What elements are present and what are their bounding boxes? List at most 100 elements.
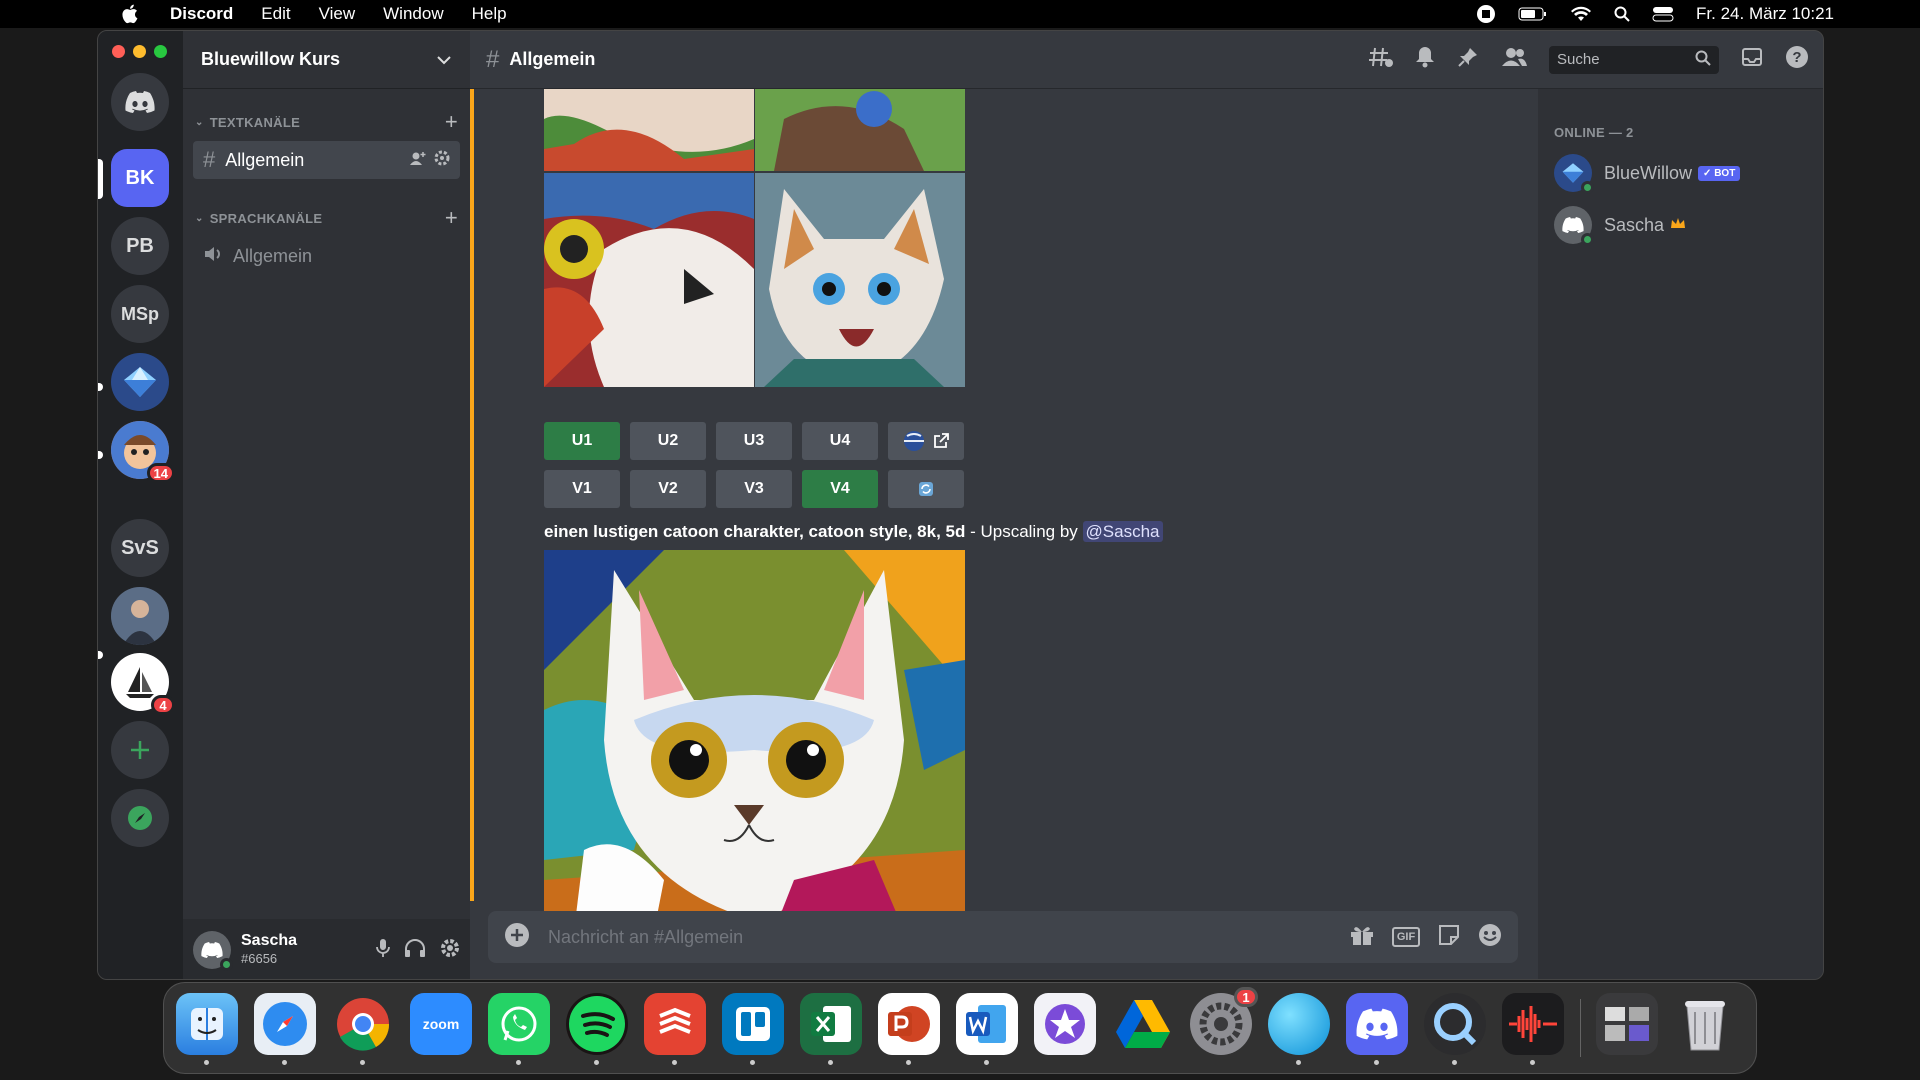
minimize-window-button[interactable] <box>133 45 146 58</box>
channel-title: Allgemein <box>509 49 596 69</box>
upscale-u1-button[interactable]: U1 <box>544 422 620 460</box>
dock-divider <box>1580 999 1581 1057</box>
user-settings-gear-icon[interactable] <box>440 938 460 963</box>
upscale-u4-button[interactable]: U4 <box>802 422 878 460</box>
dock-word-icon[interactable] <box>956 993 1018 1065</box>
user-mention[interactable]: @Sascha <box>1082 521 1163 542</box>
menu-window[interactable]: Window <box>383 4 443 24</box>
inbox-icon[interactable] <box>1741 47 1763 72</box>
variation-v1-button[interactable]: V1 <box>544 470 620 508</box>
user-tag: #6656 <box>241 951 278 966</box>
image-grid-preview[interactable] <box>544 89 965 387</box>
user-identity[interactable]: Sascha #6656 <box>241 932 297 968</box>
emoji-icon[interactable] <box>1478 923 1502 952</box>
dock-safari-icon[interactable] <box>254 993 316 1065</box>
member-bluewillow[interactable]: BlueWillow ✓ BOT <box>1554 154 1823 194</box>
battery-icon[interactable] <box>1518 7 1548 21</box>
channel-allgemein-voice[interactable]: Allgemein <box>193 237 460 275</box>
voice-category[interactable]: ⌄ SPRACHKANÄLE + <box>183 205 470 231</box>
member-list-icon[interactable] <box>1501 47 1527 72</box>
discord-logo-icon <box>201 942 223 958</box>
dock-quicktime-icon[interactable] <box>1424 993 1486 1065</box>
screen-record-icon[interactable] <box>1476 4 1496 24</box>
message-composer[interactable]: Nachricht an #Allgemein GIF <box>488 911 1518 963</box>
channel-allgemein-text[interactable]: # Allgemein <box>193 141 460 179</box>
dock-powerpoint-icon[interactable] <box>878 993 940 1065</box>
gif-button[interactable]: GIF <box>1392 927 1420 947</box>
plus-icon <box>131 741 149 759</box>
dock-trash-icon[interactable] <box>1674 993 1736 1055</box>
upscaled-image[interactable] <box>544 550 965 931</box>
dock-voice-memos-icon[interactable] <box>1502 993 1564 1065</box>
help-icon[interactable]: ? <box>1785 45 1809 74</box>
member-list: ONLINE — 2 BlueWillow ✓ BOT Sascha <box>1538 89 1823 979</box>
control-center-icon[interactable] <box>1652 6 1674 22</box>
server-bk[interactable]: BK <box>111 149 169 207</box>
close-window-button[interactable] <box>112 45 125 58</box>
dock-system-settings-icon[interactable]: 1 <box>1190 987 1258 1055</box>
text-category[interactable]: ⌄ TEXTKANÄLE + <box>183 109 470 135</box>
generated-image-grid <box>544 89 965 387</box>
user-avatar[interactable] <box>193 931 233 971</box>
guild-header[interactable]: Bluewillow Kurs <box>183 31 470 89</box>
reroll-button[interactable] <box>888 470 964 508</box>
sticker-icon[interactable] <box>1438 924 1460 951</box>
upscaling-by-text: - Upscaling by <box>965 522 1083 541</box>
attach-plus-icon[interactable] <box>504 922 530 953</box>
dock-spotify-icon[interactable] <box>566 993 628 1065</box>
menu-edit[interactable]: Edit <box>261 4 290 24</box>
menu-view[interactable]: View <box>319 4 356 24</box>
menubar-datetime[interactable]: Fr. 24. März 10:21 <box>1696 4 1834 24</box>
server-svs[interactable]: SvS <box>111 519 169 577</box>
add-server-button[interactable] <box>111 721 169 779</box>
microphone-icon[interactable] <box>376 938 390 963</box>
dock-discord-icon[interactable] <box>1346 993 1408 1065</box>
gift-icon[interactable] <box>1350 924 1374 951</box>
dock-trello-icon[interactable] <box>722 993 784 1065</box>
headphones-icon[interactable] <box>404 938 426 963</box>
member-sascha[interactable]: Sascha <box>1554 206 1823 246</box>
upscale-u2-button[interactable]: U2 <box>630 422 706 460</box>
server-avatar-cartoon[interactable]: 14 <box>111 421 175 483</box>
create-voice-channel-button[interactable]: + <box>445 205 458 231</box>
spotlight-search-icon[interactable] <box>1614 6 1630 22</box>
dock-zoom-icon[interactable]: zoom <box>410 993 472 1055</box>
explore-servers-button[interactable] <box>111 789 169 847</box>
wifi-icon[interactable] <box>1570 6 1592 22</box>
running-indicator <box>1374 1060 1379 1065</box>
server-sailboat[interactable]: 4 <box>111 653 175 715</box>
channel-settings-icon[interactable] <box>434 150 450 171</box>
menu-help[interactable]: Help <box>472 4 507 24</box>
zoom-window-button[interactable] <box>154 45 167 58</box>
dock-imovie-icon[interactable] <box>1034 993 1096 1055</box>
create-invite-icon[interactable] <box>410 150 426 171</box>
open-in-web-button[interactable] <box>888 422 964 460</box>
search-input[interactable]: Suche <box>1549 45 1719 74</box>
dock-finder-icon[interactable] <box>176 993 238 1065</box>
menu-app-name[interactable]: Discord <box>170 4 233 24</box>
dock-excel-icon[interactable] <box>800 993 862 1065</box>
direct-messages-button[interactable] <box>111 73 169 131</box>
variation-v2-button[interactable]: V2 <box>630 470 706 508</box>
dock-chrome-icon[interactable] <box>332 993 394 1065</box>
notification-bell-icon[interactable] <box>1415 46 1435 73</box>
dock-whatsapp-icon[interactable] <box>488 993 550 1065</box>
dock-recent-folder-icon[interactable] <box>1596 993 1658 1055</box>
pinned-messages-icon[interactable] <box>1457 46 1479 73</box>
threads-icon[interactable] <box>1369 46 1393 73</box>
channel-sidebar: Bluewillow Kurs ⌄ TEXTKANÄLE + # Allgeme… <box>183 31 470 979</box>
dock-todoist-icon[interactable] <box>644 993 706 1065</box>
server-bluewillow[interactable] <box>111 353 169 411</box>
apple-logo-icon[interactable] <box>120 3 142 25</box>
dock-google-drive-icon[interactable] <box>1112 993 1174 1055</box>
prompt-text: einen lustigen catoon charakter, catoon … <box>544 522 966 541</box>
dock-blue-orb-app-icon[interactable] <box>1268 993 1330 1065</box>
upscale-u3-button[interactable]: U3 <box>716 422 792 460</box>
create-text-channel-button[interactable]: + <box>445 109 458 135</box>
running-indicator <box>906 1060 911 1065</box>
server-msp[interactable]: MSp <box>111 285 169 343</box>
server-pb[interactable]: PB <box>111 217 169 275</box>
variation-v4-button[interactable]: V4 <box>802 470 878 508</box>
variation-v3-button[interactable]: V3 <box>716 470 792 508</box>
server-photo[interactable] <box>111 587 169 645</box>
